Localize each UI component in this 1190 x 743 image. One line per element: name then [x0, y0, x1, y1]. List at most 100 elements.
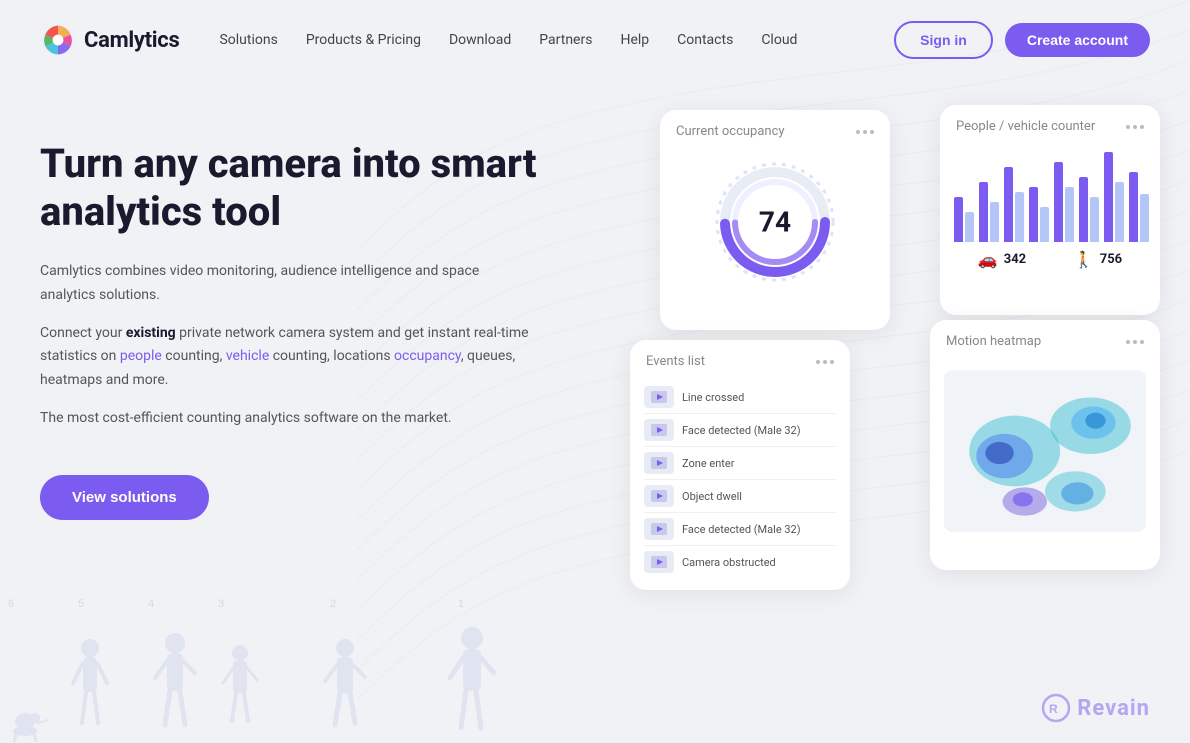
bar-group: [1029, 187, 1049, 242]
bar-group: [1004, 167, 1024, 242]
svg-text:R: R: [1049, 702, 1058, 716]
event-item: Zone enter: [644, 447, 836, 480]
heatmap-card-menu[interactable]: [1126, 340, 1144, 344]
hero-link-occupancy[interactable]: occupancy: [394, 348, 461, 364]
bar-light: [1140, 194, 1149, 242]
bar-blue: [1054, 162, 1063, 242]
bar-light: [1040, 207, 1049, 242]
camlytics-logo-icon: [40, 22, 76, 58]
nav-contacts[interactable]: Contacts: [677, 32, 733, 48]
revain-logo-icon: R: [1041, 693, 1071, 723]
vehicle-icon: 🚗: [978, 250, 998, 269]
event-label: Line crossed: [682, 391, 744, 404]
signin-button[interactable]: Sign in: [894, 21, 993, 59]
bar-group: [1129, 172, 1149, 242]
hero-desc-1: Camlytics combines video monitoring, aud…: [40, 260, 530, 308]
counter-card-header: People / vehicle counter: [940, 105, 1160, 142]
heatmap-card: Motion heatmap: [930, 320, 1160, 570]
hero-desc-2: Connect your existing private network ca…: [40, 322, 530, 393]
occupancy-chart: 74: [660, 147, 890, 297]
header: Camlytics Solutions Products & Pricing D…: [0, 0, 1190, 80]
vehicle-counter: 🚗 342: [978, 250, 1026, 269]
event-item: Line crossed: [644, 381, 836, 414]
bar-blue: [979, 182, 988, 242]
logo: Camlytics: [40, 22, 179, 58]
event-thumbnail: [644, 386, 674, 408]
create-account-button[interactable]: Create account: [1005, 23, 1150, 57]
occupancy-card-title: Current occupancy: [676, 124, 785, 139]
events-list: Line crossed Face detected (Male 32) Zone …: [630, 377, 850, 590]
hero-section: Turn any camera into smart analytics too…: [40, 100, 600, 743]
hero-desc2-bold: existing: [126, 325, 176, 341]
heatmap-svg: [944, 361, 1146, 541]
event-thumbnail: [644, 419, 674, 441]
header-actions: Sign in Create account: [894, 21, 1150, 59]
bar-group: [1054, 162, 1074, 242]
main-nav: Solutions Products & Pricing Download Pa…: [219, 32, 894, 48]
hero-link-vehicle[interactable]: vehicle: [226, 348, 269, 364]
event-thumbnail: [644, 452, 674, 474]
event-item: Camera obstructed: [644, 546, 836, 578]
occupancy-card-menu[interactable]: [856, 130, 874, 134]
events-card-header: Events list: [630, 340, 850, 377]
bar-blue: [1029, 187, 1038, 242]
event-item: Object dwell: [644, 480, 836, 513]
bar-group: [1104, 152, 1124, 242]
event-label: Face detected (Male 32): [682, 523, 801, 536]
counter-footer: 🚗 342 🚶 756: [940, 242, 1160, 277]
people-icon: 🚶: [1074, 250, 1094, 269]
donut-chart: 74: [710, 157, 840, 287]
counter-card: People / vehicle counter 🚗 342 🚶 756: [940, 105, 1160, 315]
hero-desc-3: The most cost-efficient counting analyti…: [40, 407, 530, 431]
bar-group: [979, 182, 999, 242]
counter-card-title: People / vehicle counter: [956, 119, 1095, 134]
event-label: Zone enter: [682, 457, 734, 470]
event-item: Face detected (Male 32): [644, 513, 836, 546]
counter-card-menu[interactable]: [1126, 125, 1144, 129]
event-label: Face detected (Male 32): [682, 424, 801, 437]
event-thumbnail: [644, 518, 674, 540]
bar-blue: [1129, 172, 1138, 242]
revain-watermark: R Revain: [1041, 693, 1150, 723]
bar-light: [965, 212, 974, 242]
nav-products-pricing[interactable]: Products & Pricing: [306, 32, 421, 48]
bar-group: [1079, 177, 1099, 242]
hero-desc2-prefix: Connect your: [40, 325, 126, 341]
bar-light: [1115, 182, 1124, 242]
vehicle-count: 342: [1004, 252, 1026, 267]
bar-group: [954, 197, 974, 242]
event-thumbnail: [644, 551, 674, 573]
occupancy-value: 74: [759, 206, 791, 239]
heatmap-card-title: Motion heatmap: [946, 334, 1041, 349]
revain-text: Revain: [1077, 696, 1150, 721]
heatmap-body: [930, 357, 1160, 559]
occupancy-card-header: Current occupancy: [660, 110, 890, 147]
hero-desc2-mid3: counting, locations: [269, 348, 394, 364]
hero-title: Turn any camera into smart analytics too…: [40, 140, 600, 236]
event-thumbnail: [644, 485, 674, 507]
dashboard-area: Current occupancy: [620, 100, 1150, 743]
events-card-menu[interactable]: [816, 360, 834, 364]
main-content: Turn any camera into smart analytics too…: [0, 80, 1190, 743]
people-counter: 🚶 756: [1074, 250, 1122, 269]
events-card: Events list Line crossed Face detected (M…: [630, 340, 850, 590]
hero-desc2-mid2: counting,: [162, 348, 226, 364]
occupancy-card: Current occupancy: [660, 110, 890, 330]
view-solutions-button[interactable]: View solutions: [40, 475, 209, 520]
bar-blue: [1104, 152, 1113, 242]
events-card-title: Events list: [646, 354, 705, 369]
nav-help[interactable]: Help: [620, 32, 649, 48]
heatmap-card-header: Motion heatmap: [930, 320, 1160, 357]
nav-cloud[interactable]: Cloud: [761, 32, 797, 48]
bar-blue: [1004, 167, 1013, 242]
bar-blue: [1079, 177, 1088, 242]
event-label: Object dwell: [682, 490, 742, 503]
hero-link-people[interactable]: people: [120, 348, 162, 364]
bar-light: [1015, 192, 1024, 242]
nav-download[interactable]: Download: [449, 32, 511, 48]
nav-solutions[interactable]: Solutions: [219, 32, 277, 48]
bar-light: [990, 202, 999, 242]
nav-partners[interactable]: Partners: [539, 32, 592, 48]
event-item: Face detected (Male 32): [644, 414, 836, 447]
bar-blue: [954, 197, 963, 242]
